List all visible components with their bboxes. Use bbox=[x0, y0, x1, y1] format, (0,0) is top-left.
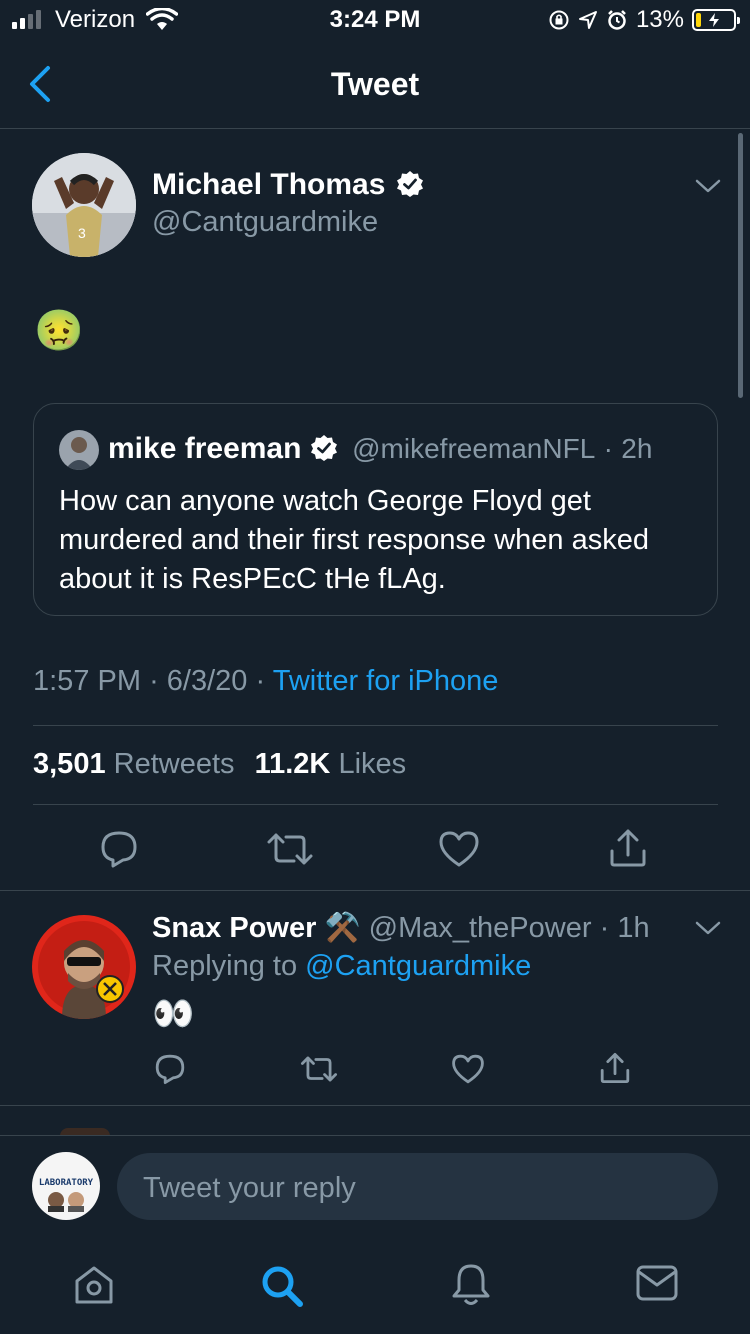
composer-avatar-label: LABORATORY bbox=[38, 1178, 94, 1188]
battery-percent: 13% bbox=[635, 6, 684, 33]
share-button[interactable] bbox=[608, 827, 648, 869]
retweet-count: 3,501 bbox=[33, 748, 106, 780]
author-name: Michael Thomas bbox=[152, 168, 386, 201]
bell-icon bbox=[452, 1264, 490, 1305]
quoted-separator: · bbox=[603, 433, 613, 464]
quoted-author-handle: @mikefreemanNFL bbox=[352, 433, 596, 464]
chevron-down-icon bbox=[695, 921, 721, 935]
tweet-source-link[interactable]: Twitter for iPhone bbox=[273, 665, 499, 697]
meta-divider bbox=[33, 725, 718, 726]
page-title: Tweet bbox=[330, 66, 420, 102]
scrollbar[interactable] bbox=[738, 133, 743, 398]
composer-avatar[interactable]: LABORATORY bbox=[32, 1152, 100, 1220]
engagement-stats: 3,501 Retweets 11.2K Likes bbox=[33, 748, 406, 781]
status-right-group: 13% bbox=[548, 6, 740, 34]
share-icon bbox=[610, 829, 646, 867]
reply-menu-button[interactable] bbox=[694, 918, 722, 943]
author-handle[interactable]: @Cantguardmike bbox=[152, 206, 378, 239]
meta-separator: · bbox=[255, 665, 266, 697]
quoted-tweet-card[interactable]: mike freeman @mikefreemanNFL · 2h How ca… bbox=[33, 403, 718, 616]
tab-notifications[interactable] bbox=[449, 1261, 493, 1307]
quoted-header: mike freeman @mikefreemanNFL · 2h bbox=[108, 432, 652, 466]
reply-age: 1h bbox=[617, 912, 650, 944]
tab-messages[interactable] bbox=[636, 1265, 678, 1301]
reply-like-button[interactable] bbox=[451, 1053, 485, 1085]
quoted-age: 2h bbox=[621, 433, 653, 464]
status-bar: Verizon 3:24 PM 13% bbox=[0, 0, 750, 40]
tab-search[interactable] bbox=[259, 1263, 305, 1309]
reply-body: 👀 bbox=[152, 995, 195, 1033]
retweet-icon bbox=[267, 833, 313, 865]
reply-share-button[interactable] bbox=[599, 1051, 631, 1085]
quoted-text: How can anyone watch George Floyd get mu… bbox=[59, 485, 649, 595]
reply-separator: · bbox=[599, 912, 610, 944]
reply-header: Snax Power ⚒️ @Max_thePower · 1h bbox=[152, 911, 650, 945]
reply-author-handle[interactable]: @Max_thePower bbox=[369, 912, 592, 944]
tweet-time: 1:57 PM bbox=[33, 665, 141, 697]
actions-divider bbox=[0, 890, 750, 891]
svg-text:3: 3 bbox=[78, 225, 86, 241]
heart-icon bbox=[452, 1054, 484, 1084]
share-icon bbox=[600, 1053, 630, 1083]
author-name-row[interactable]: Michael Thomas bbox=[152, 168, 424, 202]
battery-level-fill bbox=[696, 13, 701, 27]
mail-icon bbox=[636, 1265, 678, 1301]
heart-icon bbox=[439, 831, 479, 867]
retweet-button[interactable] bbox=[266, 829, 314, 869]
retweets-stat[interactable]: 3,501 Retweets bbox=[33, 748, 235, 780]
reply-retweet-button[interactable] bbox=[300, 1053, 338, 1085]
retweet-icon bbox=[300, 1056, 338, 1082]
nav-divider bbox=[0, 128, 750, 129]
reply-author-name[interactable]: Snax Power bbox=[152, 912, 316, 944]
reply-button[interactable] bbox=[99, 829, 139, 869]
reply-icon bbox=[155, 1054, 185, 1084]
replying-to-prefix: Replying to bbox=[152, 950, 298, 982]
replying-to-line: Replying to @Cantguardmike bbox=[152, 950, 531, 983]
tweet-body: 🤢 bbox=[34, 309, 84, 353]
battery-icon bbox=[692, 9, 740, 31]
reply-divider bbox=[0, 1105, 750, 1106]
reply-author-avatar[interactable] bbox=[32, 915, 136, 1019]
meta-separator: · bbox=[149, 665, 159, 697]
likes-stat[interactable]: 11.2K Likes bbox=[255, 748, 407, 780]
rotation-lock-icon bbox=[549, 10, 569, 30]
tab-home[interactable] bbox=[72, 1264, 116, 1306]
location-icon bbox=[578, 11, 597, 29]
verified-badge-icon bbox=[396, 171, 423, 198]
alarm-icon bbox=[608, 10, 626, 30]
reply-reply-button[interactable] bbox=[154, 1053, 186, 1085]
retweet-label: Retweets bbox=[113, 748, 235, 780]
reply-input[interactable]: Tweet your reply bbox=[117, 1153, 718, 1220]
quoted-author-name: mike freeman bbox=[108, 432, 302, 465]
search-icon bbox=[262, 1266, 303, 1307]
stats-divider bbox=[33, 804, 718, 805]
verified-badge-icon bbox=[310, 435, 337, 462]
like-label: Likes bbox=[338, 748, 407, 780]
home-icon bbox=[75, 1266, 113, 1304]
tweet-meta: 1:57 PM · 6/3/20 · Twitter for iPhone bbox=[33, 665, 498, 698]
like-button[interactable] bbox=[438, 829, 480, 869]
chevron-down-icon bbox=[695, 179, 721, 193]
author-avatar[interactable]: 3 bbox=[32, 153, 136, 257]
reply-icon bbox=[101, 831, 137, 868]
tweet-date: 6/3/20 bbox=[166, 665, 248, 697]
quoted-author-avatar bbox=[59, 430, 99, 470]
replying-to-handle[interactable]: @Cantguardmike bbox=[305, 950, 531, 982]
tweet-menu-button[interactable] bbox=[694, 176, 722, 201]
hammer-pick-emoji: ⚒️ bbox=[324, 912, 361, 944]
like-count: 11.2K bbox=[254, 748, 331, 780]
